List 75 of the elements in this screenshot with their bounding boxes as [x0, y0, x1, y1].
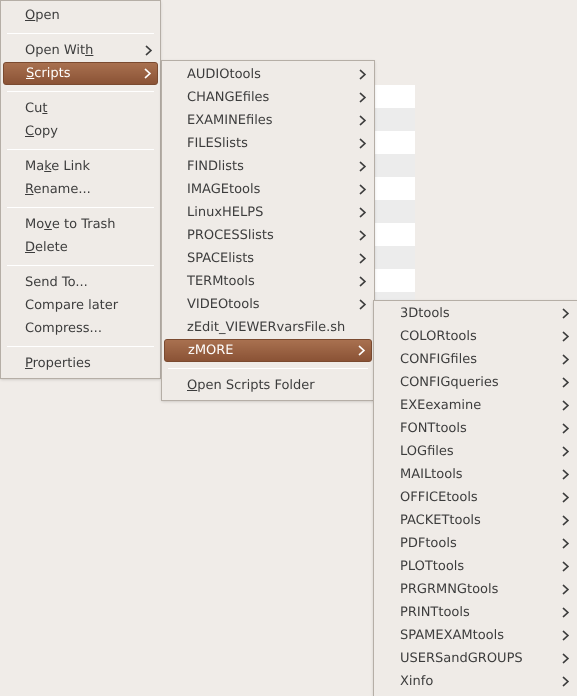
- chevron-right-icon: [562, 538, 569, 549]
- menu-item[interactable]: zEdit_VIEWERvarsFile.sh: [164, 316, 372, 339]
- menu-item[interactable]: FINDlists: [164, 155, 372, 178]
- menu-item[interactable]: Copy: [3, 120, 158, 143]
- menu-item[interactable]: Rename...: [3, 178, 158, 201]
- menu-item[interactable]: CONFIGfiles: [376, 348, 575, 371]
- menu-item[interactable]: AUDIOtools: [164, 63, 372, 86]
- menu-item[interactable]: SPAMEXAMtools: [376, 624, 575, 647]
- menu-item[interactable]: PRGRMNGtools: [376, 578, 575, 601]
- chevron-right-icon: [359, 184, 366, 195]
- chevron-right-icon: [562, 676, 569, 687]
- chevron-right-icon: [562, 331, 569, 342]
- chevron-right-icon: [359, 69, 366, 80]
- menu-item[interactable]: Delete: [3, 236, 158, 259]
- menu-item[interactable]: COLORtools: [376, 325, 575, 348]
- menu-item[interactable]: LinuxHELPS: [164, 201, 372, 224]
- menu-item[interactable]: EXEexamine: [376, 394, 575, 417]
- chevron-right-icon: [359, 276, 366, 287]
- menu-item[interactable]: Open Scripts Folder: [164, 374, 372, 397]
- menu-item[interactable]: MAILtools: [376, 463, 575, 486]
- chevron-right-icon: [358, 345, 365, 356]
- menu-item[interactable]: VIDEOtools: [164, 293, 372, 316]
- chevron-right-icon: [359, 207, 366, 218]
- chevron-right-icon: [144, 68, 151, 79]
- chevron-right-icon: [562, 469, 569, 480]
- chevron-right-icon: [562, 423, 569, 434]
- menu-item[interactable]: LOGfiles: [376, 440, 575, 463]
- menu-item[interactable]: CHANGEfiles: [164, 86, 372, 109]
- menu-item[interactable]: FILESlists: [164, 132, 372, 155]
- chevron-right-icon: [562, 653, 569, 664]
- menu-item[interactable]: SPACElists: [164, 247, 372, 270]
- menu-item[interactable]: Compress...: [3, 317, 158, 340]
- chevron-right-icon: [145, 45, 152, 56]
- chevron-right-icon: [562, 308, 569, 319]
- menu-item[interactable]: FONTtools: [376, 417, 575, 440]
- chevron-right-icon: [562, 400, 569, 411]
- menu-item[interactable]: Properties: [3, 352, 158, 375]
- menu-item[interactable]: zMORE: [164, 339, 372, 362]
- menu-item[interactable]: IMAGEtools: [164, 178, 372, 201]
- chevron-right-icon: [359, 161, 366, 172]
- menu-item[interactable]: CONFIGqueries: [376, 371, 575, 394]
- chevron-right-icon: [359, 299, 366, 310]
- menu-item[interactable]: Compare later: [3, 294, 158, 317]
- chevron-right-icon: [359, 115, 366, 126]
- menu-item[interactable]: Make Link: [3, 155, 158, 178]
- chevron-right-icon: [562, 492, 569, 503]
- menu-item[interactable]: Scripts: [3, 62, 158, 85]
- menu-item[interactable]: Xinfo: [376, 670, 575, 693]
- menu-item[interactable]: Move to Trash: [3, 213, 158, 236]
- menu-item[interactable]: Cut: [3, 97, 158, 120]
- chevron-right-icon: [359, 253, 366, 264]
- chevron-right-icon: [359, 138, 366, 149]
- chevron-right-icon: [562, 561, 569, 572]
- menu-item[interactable]: PROCESSlists: [164, 224, 372, 247]
- menu-item[interactable]: Open: [3, 4, 158, 27]
- menu-item[interactable]: 3Dtools: [376, 302, 575, 325]
- chevron-right-icon: [359, 92, 366, 103]
- menu-item[interactable]: PDFtools: [376, 532, 575, 555]
- menu-item[interactable]: Send To...: [3, 271, 158, 294]
- chevron-right-icon: [359, 230, 366, 241]
- chevron-right-icon: [562, 630, 569, 641]
- menu-item[interactable]: PLOTtools: [376, 555, 575, 578]
- menu-item[interactable]: PACKETtools: [376, 509, 575, 532]
- chevron-right-icon: [562, 584, 569, 595]
- chevron-right-icon: [562, 446, 569, 457]
- chevron-right-icon: [562, 377, 569, 388]
- menu-item[interactable]: PRINTtools: [376, 601, 575, 624]
- chevron-right-icon: [562, 515, 569, 526]
- menu-item[interactable]: TERMtools: [164, 270, 372, 293]
- menu-item[interactable]: OFFICEtools: [376, 486, 575, 509]
- chevron-right-icon: [562, 354, 569, 365]
- menu-item[interactable]: USERSandGROUPS: [376, 647, 575, 670]
- menu-item[interactable]: Open With: [3, 39, 158, 62]
- menu-item[interactable]: EXAMINEfiles: [164, 109, 372, 132]
- chevron-right-icon: [562, 607, 569, 618]
